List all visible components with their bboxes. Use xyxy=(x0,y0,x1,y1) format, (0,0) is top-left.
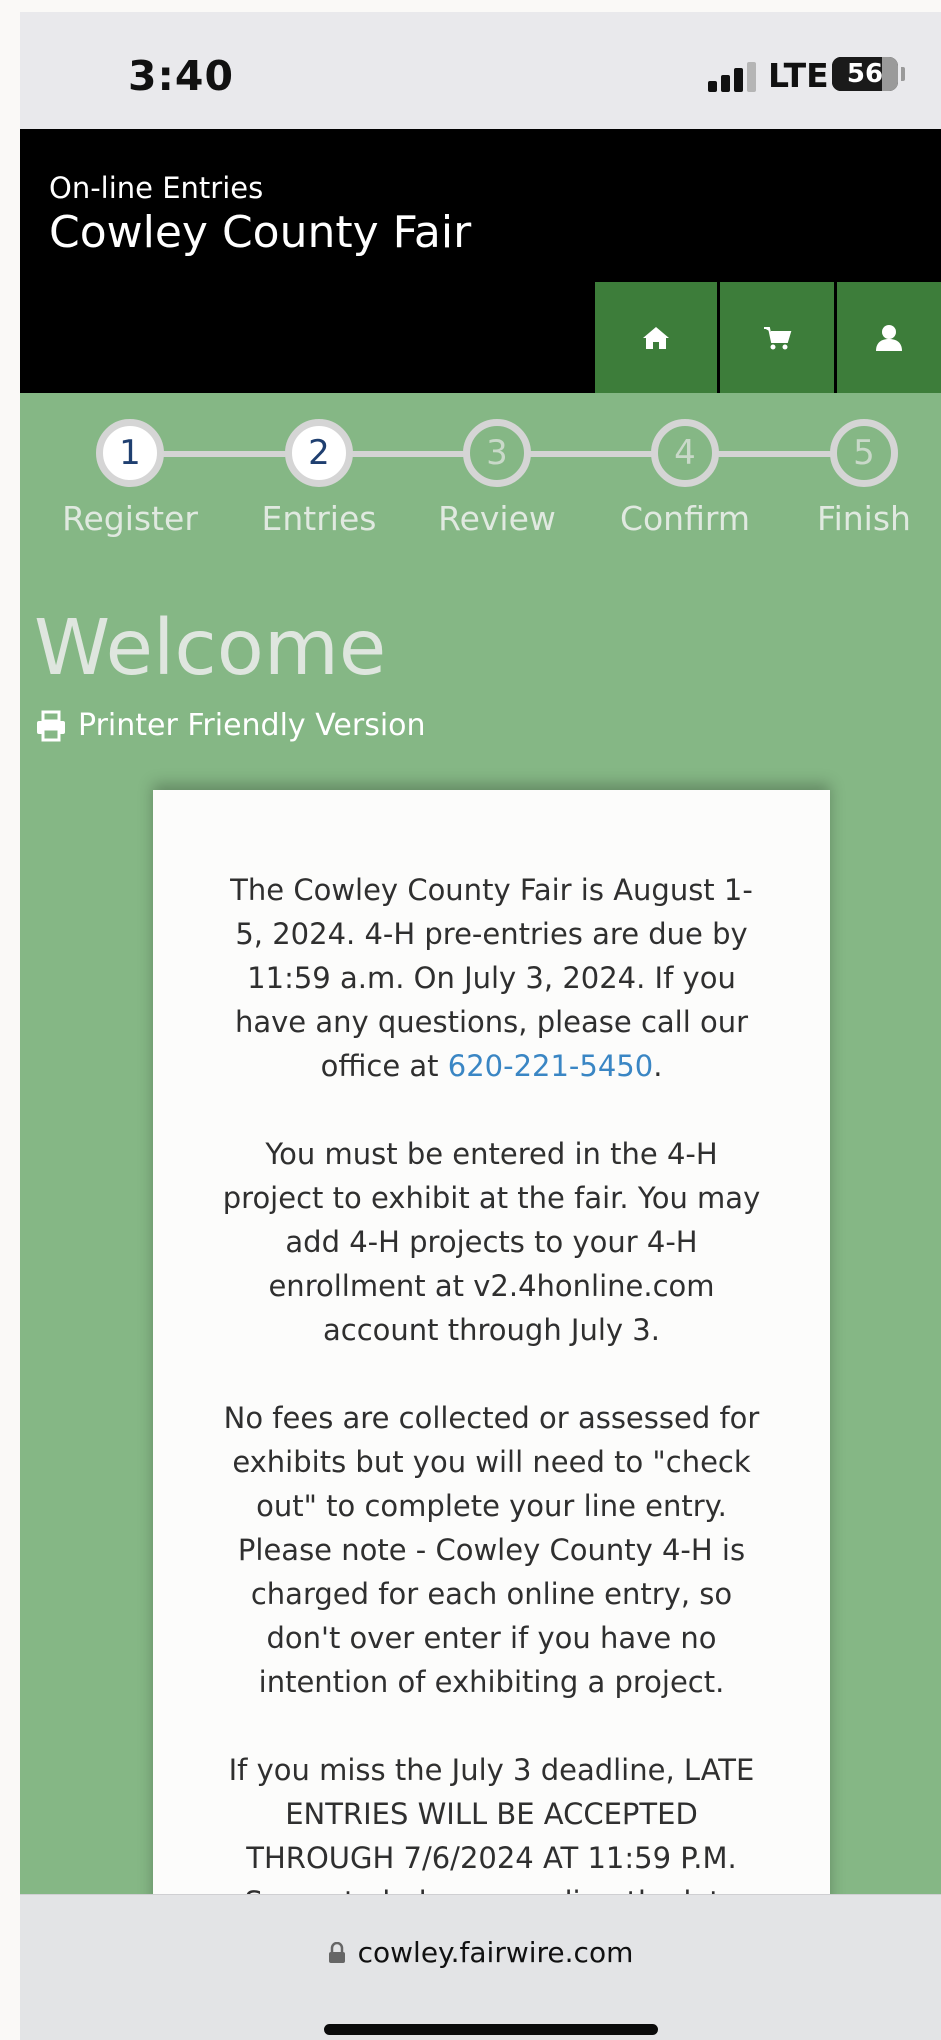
page-title: Welcome xyxy=(34,604,387,693)
fair-dates-paragraph: The Cowley County Fair is August 1-5, 20… xyxy=(222,868,762,1088)
home-icon xyxy=(643,326,669,349)
network-type: LTE xyxy=(768,56,829,95)
step-1-label[interactable]: Register xyxy=(40,499,220,538)
step-5-label: Finish xyxy=(817,499,911,538)
battery-cap xyxy=(901,67,905,81)
url-text[interactable]: cowley.fairwire.com xyxy=(358,1936,634,1969)
fees-paragraph: No fees are collected or assessed for ex… xyxy=(223,1401,760,1699)
cart-button[interactable] xyxy=(720,282,834,393)
phone-link[interactable]: 620-221-5450 xyxy=(448,1049,653,1083)
site-title[interactable]: Cowley County Fair xyxy=(49,207,471,258)
welcome-card: The Cowley County Fair is August 1-5, 20… xyxy=(153,790,830,2030)
step-3-circle: 3 xyxy=(463,419,531,487)
battery-icon: 56 xyxy=(832,57,898,91)
enrollment-paragraph: You must be entered in the 4-H project t… xyxy=(222,1137,761,1347)
cart-icon xyxy=(764,326,792,349)
signal-icon xyxy=(708,62,756,92)
status-time: 3:40 xyxy=(128,52,234,100)
lock-icon xyxy=(328,1941,345,1963)
step-1-circle[interactable]: 1 xyxy=(96,419,164,487)
account-button[interactable] xyxy=(837,282,941,393)
site-header: On-line Entries Cowley County Fair xyxy=(20,129,941,393)
status-bar: 3:40 LTE 56 xyxy=(20,12,941,129)
step-2-label[interactable]: Entries xyxy=(229,499,409,538)
user-icon xyxy=(876,324,902,351)
screen: 3:40 LTE 56 On-line Entries Cowley Count… xyxy=(20,12,941,2040)
printer-link-label[interactable]: Printer Friendly Version xyxy=(78,708,426,743)
progress-steps: 1 Register 2 Entries 3 Review 4 Confirm … xyxy=(20,393,941,553)
browser-url-bar[interactable]: cowley.fairwire.com xyxy=(20,1894,941,2040)
printer-friendly-link[interactable]: Printer Friendly Version xyxy=(34,708,426,743)
step-3-label: Review xyxy=(438,499,556,538)
step-4-circle: 4 xyxy=(651,419,719,487)
fair-dates-end: . xyxy=(653,1049,663,1083)
step-5-circle: 5 xyxy=(830,419,898,487)
home-button[interactable] xyxy=(595,282,717,393)
home-indicator[interactable] xyxy=(324,2024,658,2035)
printer-icon xyxy=(37,710,65,741)
battery-level: 56 xyxy=(846,59,884,89)
header-subtitle: On-line Entries xyxy=(49,171,264,205)
step-4-label: Confirm xyxy=(619,499,751,538)
step-2-circle[interactable]: 2 xyxy=(285,419,353,487)
